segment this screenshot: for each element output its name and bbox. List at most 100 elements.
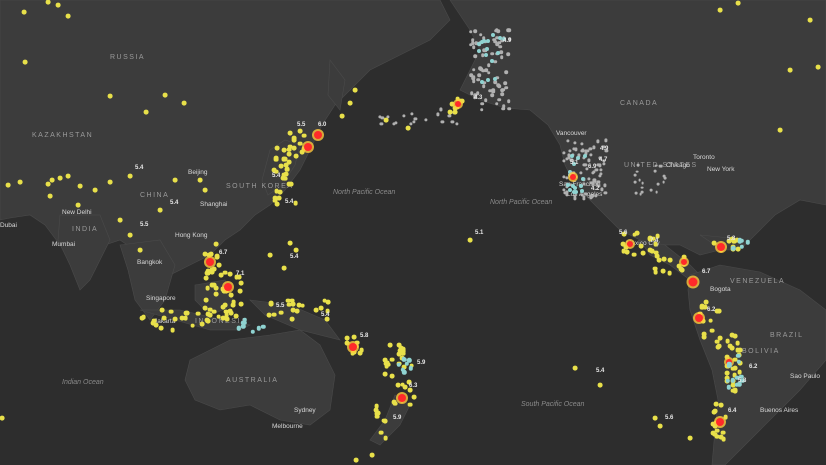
earthquake-marker[interactable] (504, 70, 509, 75)
earthquake-marker[interactable] (202, 305, 208, 311)
earthquake-marker[interactable] (641, 186, 644, 190)
earthquake-marker[interactable] (207, 312, 213, 318)
earthquake-marker[interactable] (381, 418, 387, 424)
earthquake-marker[interactable] (407, 402, 413, 408)
earthquake-marker[interactable] (493, 59, 498, 64)
earthquake-marker[interactable] (206, 258, 214, 266)
earthquake-marker[interactable] (304, 143, 312, 151)
earthquake-marker[interactable] (286, 302, 292, 308)
earthquake-marker[interactable] (662, 181, 665, 184)
earthquake-marker[interactable] (570, 174, 576, 180)
earthquake-marker[interactable] (383, 117, 389, 123)
earthquake-marker[interactable] (506, 52, 510, 57)
earthquake-marker[interactable] (281, 265, 287, 271)
earthquake-marker[interactable] (405, 125, 411, 131)
earthquake-marker[interactable] (572, 365, 578, 371)
earthquake-marker[interactable] (286, 181, 292, 187)
earthquake-marker[interactable] (294, 308, 300, 314)
earthquake-marker[interactable] (288, 144, 293, 150)
earthquake-marker[interactable] (489, 58, 494, 63)
earthquake-marker[interactable] (153, 322, 159, 328)
earthquake-marker[interactable] (107, 93, 113, 99)
earthquake-marker[interactable] (77, 183, 83, 189)
earthquake-marker[interactable] (274, 145, 280, 151)
earthquake-marker[interactable] (206, 252, 212, 258)
earthquake-marker[interactable] (490, 33, 495, 38)
earthquake-marker[interactable] (485, 78, 490, 83)
earthquake-marker[interactable] (195, 311, 201, 316)
earthquake-marker[interactable] (279, 163, 284, 169)
earthquake-marker[interactable] (57, 175, 63, 181)
earthquake-marker[interactable] (507, 106, 511, 111)
earthquake-marker[interactable] (293, 153, 299, 159)
earthquake-marker[interactable] (228, 309, 233, 314)
earthquake-marker[interactable] (289, 316, 295, 322)
earthquake-marker[interactable] (0, 415, 5, 421)
earthquake-marker[interactable] (137, 247, 143, 253)
earthquake-marker[interactable] (473, 54, 477, 58)
earthquake-marker[interactable] (300, 303, 305, 308)
earthquake-marker[interactable] (716, 418, 724, 426)
earthquake-map[interactable]: RUSSIA CANADA KAZAKHSTAN CHINA INDIA INDONESI… (0, 0, 826, 465)
earthquake-marker[interactable] (22, 59, 28, 65)
earthquake-marker[interactable] (732, 333, 738, 339)
earthquake-marker[interactable] (378, 430, 384, 436)
earthquake-marker[interactable] (398, 394, 406, 402)
earthquake-marker[interactable] (203, 275, 209, 281)
earthquake-marker[interactable] (92, 187, 98, 193)
earthquake-marker[interactable] (482, 84, 486, 89)
earthquake-marker[interactable] (494, 28, 499, 33)
earthquake-marker[interactable] (633, 173, 637, 177)
earthquake-marker[interactable] (735, 347, 741, 353)
earthquake-marker[interactable] (127, 232, 133, 238)
earthquake-marker[interactable] (688, 277, 698, 287)
earthquake-marker[interactable] (627, 241, 633, 247)
earthquake-marker[interactable] (653, 250, 659, 255)
earthquake-marker[interactable] (161, 315, 167, 321)
earthquake-marker[interactable] (634, 230, 640, 236)
earthquake-marker[interactable] (572, 190, 577, 195)
earthquake-marker[interactable] (720, 430, 726, 436)
earthquake-marker[interactable] (631, 252, 637, 257)
earthquake-marker[interactable] (271, 312, 277, 317)
earthquake-marker[interactable] (107, 179, 113, 185)
earthquake-marker[interactable] (285, 166, 290, 172)
earthquake-marker[interactable] (314, 131, 322, 139)
earthquake-marker[interactable] (273, 156, 279, 161)
earthquake-marker[interactable] (403, 385, 408, 390)
earthquake-marker[interactable] (353, 457, 359, 463)
earthquake-marker[interactable] (579, 183, 584, 188)
earthquake-marker[interactable] (497, 36, 502, 41)
earthquake-marker[interactable] (386, 362, 392, 367)
earthquake-marker[interactable] (374, 403, 380, 409)
earthquake-marker[interactable] (202, 187, 208, 193)
earthquake-marker[interactable] (500, 55, 504, 60)
earthquake-marker[interactable] (389, 373, 395, 379)
earthquake-marker[interactable] (507, 28, 511, 33)
earthquake-marker[interactable] (117, 217, 123, 223)
earthquake-marker[interactable] (268, 301, 274, 307)
earthquake-marker[interactable] (400, 351, 406, 356)
earthquake-marker[interactable] (494, 101, 499, 106)
earthquake-marker[interactable] (476, 48, 481, 53)
earthquake-marker[interactable] (387, 342, 393, 348)
earthquake-marker[interactable] (503, 81, 508, 86)
earthquake-marker[interactable] (660, 268, 666, 274)
earthquake-marker[interactable] (487, 71, 491, 75)
earthquake-marker[interactable] (49, 177, 55, 183)
earthquake-marker[interactable] (281, 156, 287, 162)
earthquake-marker[interactable] (478, 32, 483, 37)
earthquake-marker[interactable] (479, 40, 484, 45)
earthquake-marker[interactable] (172, 316, 178, 322)
earthquake-marker[interactable] (158, 325, 164, 331)
earthquake-marker[interactable] (322, 298, 327, 303)
earthquake-marker[interactable] (655, 190, 659, 194)
earthquake-marker[interactable] (635, 170, 639, 174)
earthquake-marker[interactable] (47, 193, 53, 199)
earthquake-marker[interactable] (656, 182, 660, 186)
earthquake-marker[interactable] (484, 98, 488, 102)
earthquake-marker[interactable] (711, 240, 717, 246)
earthquake-marker[interactable] (597, 382, 603, 388)
earthquake-marker[interactable] (639, 243, 644, 249)
earthquake-marker[interactable] (501, 104, 506, 109)
